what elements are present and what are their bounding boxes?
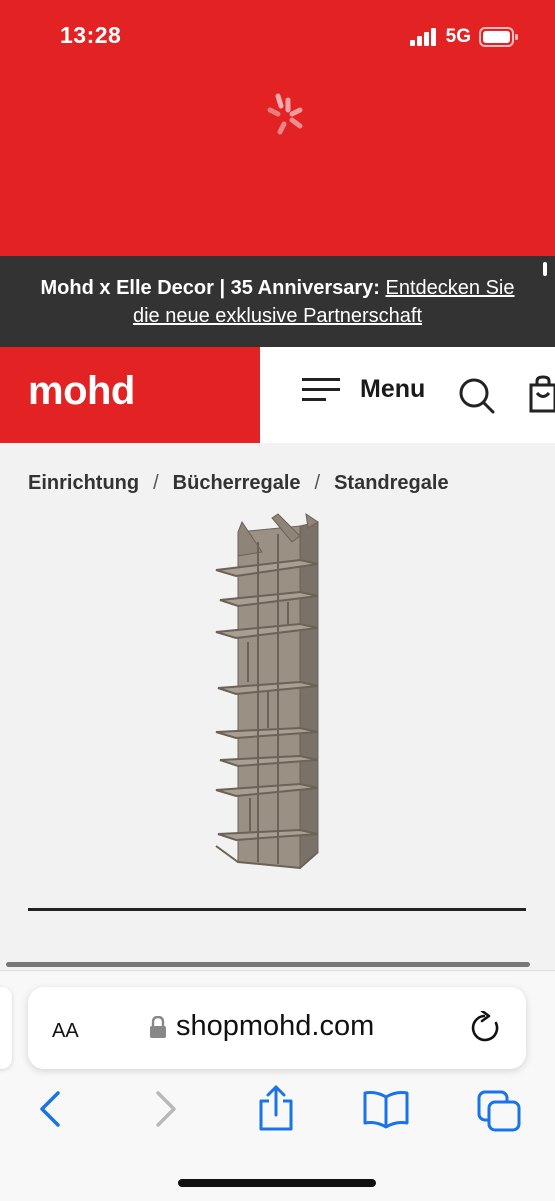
scroll-indicator [543,262,547,276]
lock-icon [150,1015,166,1038]
menu-button[interactable]: Menu [302,375,425,404]
forward-icon[interactable] [152,1089,180,1129]
home-indicator [178,1179,376,1187]
reload-icon[interactable] [470,1011,502,1045]
breadcrumb-item[interactable]: Bücherregale [173,472,301,495]
search-icon[interactable] [458,377,496,415]
site-header: mohd Menu [0,347,555,443]
breadcrumb: Einrichtung / Bücherregale / Standregale [28,472,449,495]
text-size-label: AA [52,1020,79,1042]
announcement-bar: Mohd x Elle Decor | 35 Anniversary: Entd… [0,256,555,347]
tabs-icon[interactable] [476,1089,522,1133]
breadcrumb-item[interactable]: Einrichtung [28,472,139,495]
browser-bottom-bar: AA shopmohd.com [0,970,555,1201]
share-icon[interactable] [256,1083,296,1133]
breadcrumb-separator: / [314,472,321,494]
horizontal-scrollbar[interactable] [6,962,530,967]
section-divider [28,908,526,911]
url-text: shopmohd.com [176,1010,375,1042]
battery-icon [479,27,518,47]
status-bar: 13:28 5G [0,0,555,256]
signal-icon [409,28,436,46]
product-image-bookshelf[interactable] [212,512,324,874]
cart-icon[interactable] [528,375,555,413]
breadcrumb-separator: / [153,472,159,494]
status-indicators: 5G [409,26,519,48]
menu-label: Menu [360,375,426,403]
bookmarks-icon[interactable] [362,1089,410,1129]
browser-toolbar [0,1085,555,1139]
previous-tab-edge[interactable] [0,987,12,1069]
logo-block[interactable]: mohd [0,347,260,443]
address-bar[interactable]: AA shopmohd.com [28,987,526,1069]
logo[interactable]: mohd [28,369,135,414]
announcement-label: Mohd x Elle Decor | 35 Anniversary: [40,277,380,299]
status-time: 13:28 [60,22,122,48]
announcement-text: Mohd x Elle Decor | 35 Anniversary: Entd… [30,274,525,330]
hamburger-icon [302,377,340,401]
breadcrumb-item[interactable]: Standregale [334,472,448,495]
network-type: 5G [445,26,471,47]
back-icon[interactable] [36,1089,64,1129]
loading-spinner-icon [267,93,303,135]
url-display[interactable]: shopmohd.com [150,1010,374,1043]
text-size-button[interactable]: AA [52,1012,79,1044]
